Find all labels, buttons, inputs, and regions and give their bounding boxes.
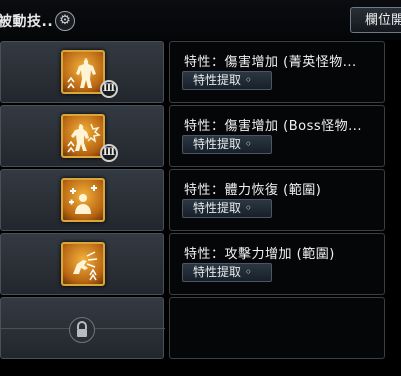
locked-icon-slot[interactable]	[0, 297, 165, 359]
skill-row-2: Ⅲ 特性：傷害增加 (Boss怪物... 特性提取 ◦	[0, 105, 401, 167]
trait-text: 特性：傷害增加 (菁英怪物...	[184, 55, 357, 70]
rank-badge: Ⅲ	[100, 80, 118, 98]
skill-icon-slot[interactable]: Ⅲ	[0, 41, 164, 103]
trait-text: 特性：傷害增加 (Boss怪物...	[184, 119, 363, 134]
trait-extract-button[interactable]: 特性提取 ◦	[182, 135, 272, 154]
trait-extract-button[interactable]: 特性提取 ◦	[182, 199, 272, 218]
header: 被動技.. ⚙ 欄位開	[0, 0, 401, 40]
hp-recovery-icon	[61, 178, 105, 222]
skill-row-4: 特性：攻擊力增加 (範圍) 特性提取 ◦	[0, 233, 401, 295]
extract-label: 特性提取	[193, 201, 242, 215]
lock-icon	[69, 317, 95, 343]
extract-label: 特性提取	[193, 137, 242, 151]
trait-extract-button[interactable]: 特性提取 ◦	[182, 71, 272, 90]
skill-info-panel	[169, 297, 385, 359]
skill-row-1: Ⅲ 特性：傷害增加 (菁英怪物... 特性提取 ◦	[0, 41, 401, 103]
extract-label: 特性提取	[193, 73, 242, 87]
skill-icon-slot[interactable]	[0, 233, 164, 295]
gear-icon[interactable]: ⚙	[55, 11, 75, 31]
skill-icon-slot[interactable]	[0, 169, 164, 231]
skill-row-3: 特性：體力恢復 (範圍) 特性提取 ◦	[0, 169, 401, 231]
boss-damage-icon	[61, 114, 105, 158]
rank-badge: Ⅲ	[100, 144, 118, 162]
locked-skill-row	[0, 297, 401, 359]
trait-extract-button[interactable]: 特性提取 ◦	[182, 263, 272, 282]
trait-text: 特性：體力恢復 (範圍)	[184, 183, 322, 198]
attack-up-icon	[61, 242, 105, 286]
elite-damage-icon	[61, 50, 105, 94]
slot-open-button[interactable]: 欄位開	[350, 7, 401, 33]
passive-skill-title: 被動技..	[0, 14, 54, 30]
trait-text: 特性：攻擊力增加 (範圍)	[184, 247, 335, 262]
extract-label: 特性提取	[193, 265, 242, 279]
skill-icon-slot[interactable]: Ⅲ	[0, 105, 164, 167]
